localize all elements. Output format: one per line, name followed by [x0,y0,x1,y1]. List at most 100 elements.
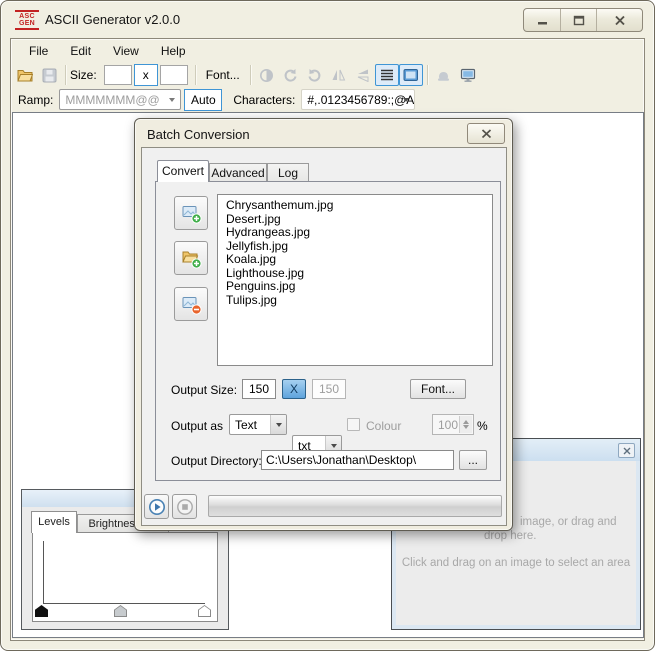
list-item[interactable]: Koala.jpg [226,253,492,267]
panel-close-button[interactable] [618,443,635,458]
list-item[interactable]: Chrysanthemum.jpg [226,199,492,213]
tab-log[interactable]: Log [267,163,309,182]
convert-tab-page: Chrysanthemum.jpg Desert.jpg Hydrangeas.… [155,181,501,481]
histogram-y-axis [43,541,44,604]
remove-image-icon [181,294,202,315]
levels-white-slider[interactable] [198,605,211,617]
colour-label: Colour [366,419,401,433]
dialog-close-button[interactable] [467,123,505,144]
contrast-icon [259,68,274,83]
stop-icon [176,498,194,516]
app-icon: ASC GEN [15,10,39,30]
menu-edit[interactable]: Edit [59,41,102,61]
window-title: ASCII Generator v2.0.0 [45,12,180,27]
format-combobox[interactable]: Text [229,414,287,435]
ramp-combobox[interactable]: MMMMMMM@@ [59,89,181,110]
ramp-bar: Ramp: MMMMMMM@@ Auto Characters: #,.0123… [18,88,642,111]
output-as-label: Output as [171,419,223,433]
save-icon [42,68,57,83]
menu-view[interactable]: View [102,41,150,61]
flip-vertical-icon [356,68,370,82]
histogram-x-axis [43,603,205,604]
select-area-hint: Click and drag on an image to select an … [396,557,636,569]
size-width-input[interactable] [104,65,132,85]
print-button[interactable] [432,64,456,86]
list-item[interactable]: Lighthouse.jpg [226,267,492,281]
colour-checkbox[interactable] [347,418,360,431]
characters-combobox[interactable]: #,.0123456789:;@A [301,89,415,110]
fullscreen-button[interactable] [456,64,480,86]
minimize-button[interactable] [524,9,560,31]
list-item[interactable]: Penguins.jpg [226,280,492,294]
list-item[interactable]: Tulips.jpg [226,294,492,308]
close-icon [481,129,492,139]
close-icon [623,447,631,455]
list-item[interactable]: Desert.jpg [226,213,492,227]
output-size-label: Output Size: [171,383,237,397]
aspect-link-toggle[interactable]: X [282,379,306,399]
browse-button[interactable]: ... [459,450,487,470]
rotate-ccw-button[interactable] [279,64,303,86]
levels-mid-slider[interactable] [114,605,127,617]
tab-convert[interactable]: Convert [157,160,209,182]
list-item[interactable]: Jellyfish.jpg [226,240,492,254]
scale-value: 100 [438,418,458,432]
toolbar: Size: x Font... [13,62,642,88]
flip-horizontal-button[interactable] [327,64,351,86]
maximize-button[interactable] [560,9,596,31]
add-image-button[interactable] [174,196,208,230]
tab-levels[interactable]: Levels [31,511,77,533]
size-lock-toggle[interactable]: x [134,64,158,86]
toolbar-separator [65,65,66,85]
output-width-input[interactable] [242,379,276,399]
print-icon [436,68,451,82]
list-item[interactable]: Hydrangeas.jpg [226,226,492,240]
output-height-input[interactable] [312,379,346,399]
text-lines-icon [380,68,394,82]
toolbar-separator [250,65,251,85]
add-image-icon [181,203,202,224]
ramp-label: Ramp: [18,93,53,107]
scale-spinner[interactable]: 100 [432,414,474,435]
ramp-value: MMMMMMM@@ [65,93,159,107]
rotate-ccw-icon [283,68,298,83]
minimize-icon [537,15,548,26]
caption-buttons [523,8,643,32]
flip-horizontal-icon [331,68,346,82]
drop-hint-line2: drop here. [484,530,536,542]
tab-advanced[interactable]: Advanced [209,163,267,182]
save-button[interactable] [37,64,61,86]
format-dropdown-arrow[interactable] [270,415,286,434]
monitor-icon [460,68,476,83]
menu-file[interactable]: File [18,41,59,61]
remove-image-button[interactable] [174,287,208,321]
font-button[interactable]: Font... [200,65,246,85]
dialog-font-button[interactable]: Font... [410,379,466,399]
spinner-arrows[interactable] [459,416,472,433]
characters-dropdown-arrow[interactable] [398,90,414,109]
invert-button[interactable] [255,64,279,86]
dialog-client: Convert Advanced Log [141,147,507,526]
stop-batch-button[interactable] [172,494,197,519]
open-image-button[interactable] [13,64,37,86]
image-view-toggle[interactable] [399,64,423,86]
flip-vertical-button[interactable] [351,64,375,86]
text-view-toggle[interactable] [375,64,399,86]
image-icon [403,68,419,82]
size-height-input[interactable] [160,65,188,85]
rotate-cw-button[interactable] [303,64,327,86]
menubar: File Edit View Help [18,41,197,61]
start-batch-button[interactable] [144,494,169,519]
menu-help[interactable]: Help [150,41,197,61]
add-folder-button[interactable] [174,241,208,275]
file-list[interactable]: Chrysanthemum.jpg Desert.jpg Hydrangeas.… [217,194,493,366]
output-directory-input[interactable] [261,450,454,470]
auto-button[interactable]: Auto [184,89,222,111]
batch-progress-bar [208,495,502,517]
play-icon [148,498,166,516]
levels-black-slider[interactable] [35,605,48,617]
ramp-dropdown-arrow[interactable] [164,90,180,109]
close-button[interactable] [596,9,642,31]
output-directory-label: Output Directory: [171,454,262,468]
characters-label: Characters: [233,93,295,107]
